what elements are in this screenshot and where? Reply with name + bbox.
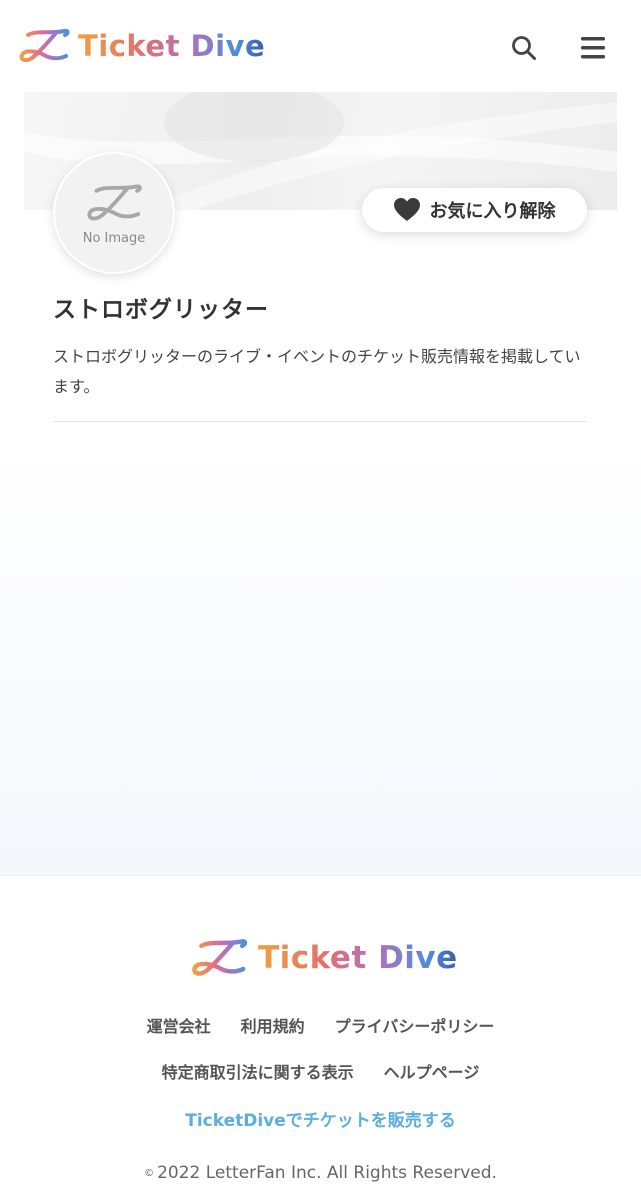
- copyright: © 2022 LetterFan Inc. All Rights Reserved…: [0, 1163, 641, 1183]
- footer-logo-text: Ticket Dive: [258, 940, 458, 976]
- artist-name: ストロボグリッター: [53, 297, 269, 323]
- search-button[interactable]: [506, 30, 542, 66]
- footer-links-row-1: 運営会社 利用規約 プライバシーポリシー: [0, 1013, 641, 1037]
- footer-link-help[interactable]: ヘルプページ: [384, 1059, 480, 1083]
- menu-button[interactable]: [575, 30, 611, 66]
- site-footer: Ticket Dive 運営会社 利用規約 プライバシーポリシー 特定商取引法に…: [0, 875, 641, 1201]
- hamburger-menu-icon: [581, 37, 605, 59]
- divider: [53, 421, 587, 422]
- artist-description: ストロボグリッターのライブ・イベントのチケット販売情報を掲載しています。: [53, 347, 581, 396]
- copyright-mark: ©: [144, 1167, 155, 1179]
- sell-tickets-link[interactable]: TicketDiveでチケットを販売する: [185, 1111, 456, 1131]
- artist-page-main: No Image お気に入り解除 ストロボグリッター ストロボグリッターのライブ…: [0, 92, 641, 875]
- sell-tickets-row: TicketDiveでチケットを販売する: [0, 1106, 641, 1131]
- favorite-button-label: お気に入り解除: [429, 201, 556, 222]
- footer-link-terms[interactable]: 利用規約: [241, 1013, 305, 1037]
- favorite-remove-button[interactable]: お気に入り解除: [362, 188, 587, 232]
- header-logo[interactable]: Ticket Dive: [18, 26, 265, 66]
- copyright-text: 2022 LetterFan Inc. All Rights Reserved.: [157, 1163, 497, 1183]
- logo-mark-icon: [19, 28, 70, 63]
- footer-logo[interactable]: Ticket Dive: [190, 936, 458, 980]
- header-logo-text: Ticket Dive: [78, 29, 266, 63]
- footer-logo-mark-icon: [192, 939, 248, 976]
- artist-avatar: No Image: [53, 152, 175, 274]
- heart-icon: [393, 198, 420, 221]
- footer-link-company[interactable]: 運営会社: [147, 1013, 211, 1037]
- search-icon: [512, 36, 536, 60]
- footer-link-commerce-law[interactable]: 特定商取引法に関する表示: [162, 1059, 354, 1083]
- footer-links-row-2: 特定商取引法に関する表示 ヘルプページ: [0, 1059, 641, 1083]
- no-image-label: No Image: [82, 230, 146, 246]
- no-image-logo-icon: [87, 183, 142, 220]
- footer-link-privacy[interactable]: プライバシーポリシー: [335, 1013, 495, 1037]
- site-header: Ticket Dive: [0, 0, 641, 92]
